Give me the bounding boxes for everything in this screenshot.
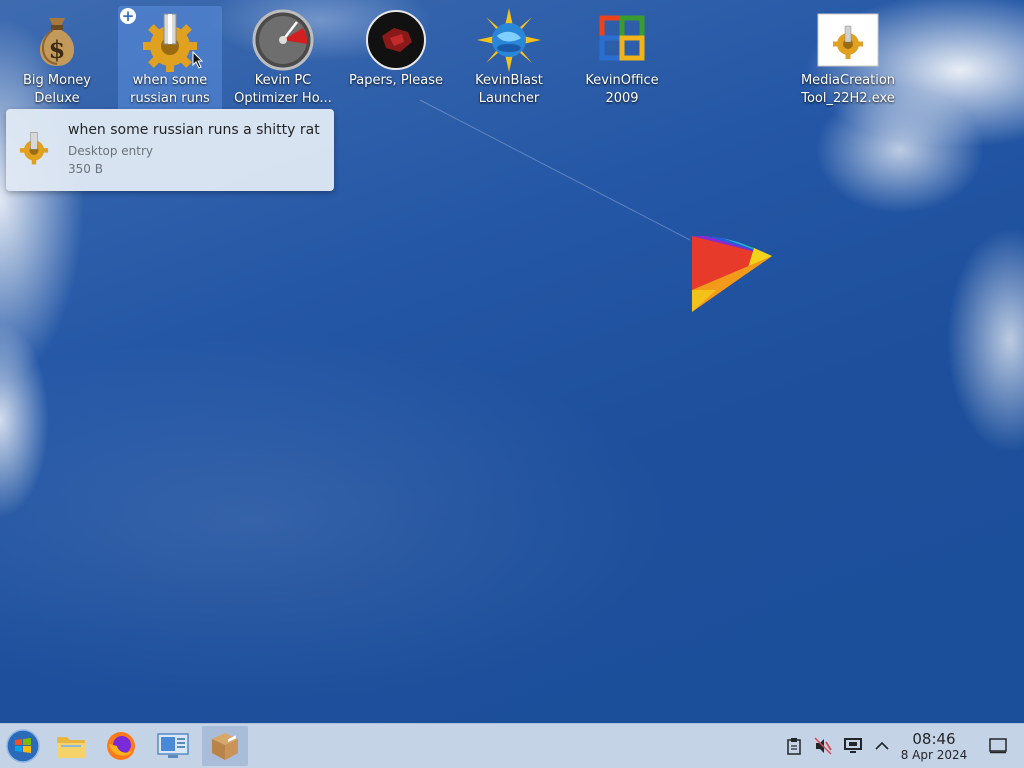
desktop[interactable]: $ Big Money Deluxe + when some russian r… xyxy=(0,0,1024,768)
office-icon xyxy=(590,8,654,72)
desktop-icon-mediacreationtool[interactable]: MediaCreation Tool_22H2.exe xyxy=(796,6,900,112)
tooltip-title: when some russian runs a shitty rat xyxy=(68,122,320,138)
papers-please-icon xyxy=(364,8,428,72)
clock-date[interactable]: 8 Apr 2024 xyxy=(898,748,970,762)
tray-display[interactable] xyxy=(843,736,863,756)
sun-globe-icon xyxy=(477,8,541,72)
display-icon xyxy=(844,738,862,753)
desktop-icon-label: Big Money Deluxe xyxy=(22,73,91,106)
clipboard-icon xyxy=(787,738,801,755)
volume-muted-icon xyxy=(814,737,832,755)
file-manager-icon xyxy=(57,737,85,758)
taskbar-package-installer[interactable] xyxy=(202,726,248,766)
chevron-up-icon xyxy=(875,741,889,750)
taskbar-firefox[interactable] xyxy=(98,726,144,766)
desktop-icon-big-money-deluxe[interactable]: $ Big Money Deluxe xyxy=(5,6,109,112)
desktop-icon-label: KevinOffice 2009 xyxy=(585,73,659,106)
add-to-selection-icon[interactable]: + xyxy=(120,8,136,24)
exe-gear-icon xyxy=(816,8,880,72)
desktop-icon-kevinoffice-2009[interactable]: KevinOffice 2009 xyxy=(570,6,674,112)
desktop-icon-kevinblast-launcher[interactable]: KevinBlast Launcher xyxy=(457,6,561,112)
show-desktop-button[interactable] xyxy=(988,736,1008,756)
tray-volume[interactable] xyxy=(813,736,833,756)
show-desktop-icon xyxy=(989,738,1007,754)
desktop-icon-russian-rat[interactable]: + when some russian runs xyxy=(118,6,222,112)
tooltip-file-size: 350 B xyxy=(68,162,103,176)
start-menu-button[interactable] xyxy=(0,726,46,766)
taskbar-system-settings[interactable] xyxy=(150,726,196,766)
kite-image xyxy=(692,236,772,312)
tray-expand-button[interactable] xyxy=(872,736,892,756)
clock-time[interactable]: 08:46 xyxy=(900,730,968,748)
desktop-icon-label: KevinBlast Launcher xyxy=(475,73,543,106)
svg-text:$: $ xyxy=(49,35,66,64)
desktop-icon-kevin-pc-optimizer[interactable]: Kevin PC Optimizer Ho... xyxy=(231,6,335,112)
tray-clipboard[interactable] xyxy=(784,736,804,756)
money-bag-icon: $ xyxy=(25,8,89,72)
system-settings-icon xyxy=(157,733,189,758)
desktop-icon-papers-please[interactable]: Papers, Please xyxy=(344,6,448,112)
firefox-icon xyxy=(107,732,135,760)
start-menu-icon xyxy=(6,729,40,763)
desktop-icon-label: Papers, Please xyxy=(348,73,444,88)
file-tooltip: when some russian runs a shitty rat Desk… xyxy=(6,109,334,191)
mouse-cursor-icon xyxy=(192,51,204,69)
tooltip-file-type: Desktop entry xyxy=(68,144,154,158)
gear-icon xyxy=(16,129,52,165)
speedometer-icon xyxy=(251,8,315,72)
desktop-icon-label: MediaCreation Tool_22H2.exe xyxy=(800,73,896,106)
package-icon xyxy=(212,733,238,760)
taskbar: 08:46 8 Apr 2024 xyxy=(0,723,1024,768)
desktop-icon-label: Kevin PC Optimizer Ho... xyxy=(234,73,332,106)
desktop-icon-label: when some russian runs a... xyxy=(130,73,210,106)
taskbar-file-manager[interactable] xyxy=(48,726,94,766)
